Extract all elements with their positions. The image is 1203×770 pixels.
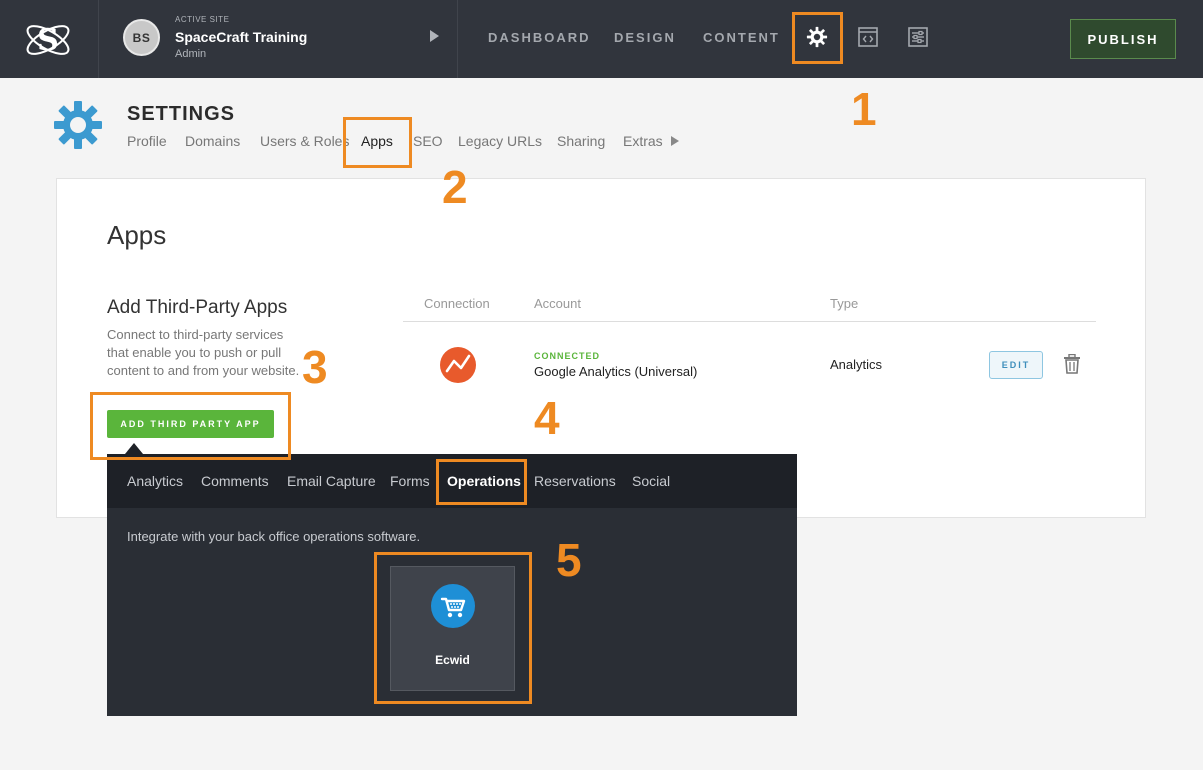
google-analytics-icon — [440, 347, 476, 383]
annotation-box-1 — [792, 12, 843, 64]
dropdown-tab-analytics[interactable]: Analytics — [127, 473, 183, 489]
connection-status: CONNECTED — [534, 351, 601, 361]
annotation-box-3 — [90, 392, 291, 460]
tab-sharing[interactable]: Sharing — [557, 133, 605, 149]
dropdown-tab-comments[interactable]: Comments — [201, 473, 269, 489]
publish-button[interactable]: PUBLISH — [1070, 19, 1176, 59]
topbar-divider — [457, 0, 458, 78]
tab-domains[interactable]: Domains — [185, 133, 240, 149]
column-header-type: Type — [830, 296, 859, 311]
code-window-icon[interactable] — [855, 24, 881, 50]
tab-users-roles[interactable]: Users & Roles — [260, 133, 349, 149]
nav-design[interactable]: DESIGN — [614, 30, 676, 45]
trash-icon[interactable] — [1063, 354, 1081, 374]
dropdown-tab-reservations[interactable]: Reservations — [534, 473, 616, 489]
extras-arrow-icon[interactable] — [671, 136, 679, 146]
site-name[interactable]: SpaceCraft Training — [175, 29, 307, 45]
table-divider — [403, 321, 1096, 322]
column-header-account: Account — [534, 296, 581, 311]
settings-gear-icon — [54, 101, 102, 149]
topbar-divider — [98, 0, 99, 78]
add-apps-description: Connect to third-party services that ena… — [107, 327, 300, 378]
squarespace-logo-icon[interactable]: S — [22, 14, 74, 66]
svg-text:S: S — [37, 23, 59, 58]
site-avatar[interactable]: BS — [123, 19, 160, 56]
active-site-label: ACTIVE SITE — [175, 15, 230, 24]
site-menu-arrow-icon[interactable] — [430, 30, 439, 42]
nav-dashboard[interactable]: DASHBOARD — [488, 30, 591, 45]
apps-title: Apps — [107, 220, 167, 250]
add-apps-title: Add Third-Party Apps — [107, 297, 288, 318]
column-header-connection: Connection — [424, 296, 490, 311]
annotation-number-1: 1 — [851, 83, 877, 135]
tab-extras[interactable]: Extras — [623, 133, 663, 149]
annotation-number-2: 2 — [442, 161, 468, 213]
annotation-number-4: 4 — [534, 392, 560, 444]
edit-button[interactable]: EDIT — [989, 351, 1043, 379]
annotation-box-2 — [343, 117, 412, 168]
annotation-number-5: 5 — [556, 534, 582, 586]
account-type: Analytics — [830, 357, 883, 372]
tab-legacy-urls[interactable]: Legacy URLs — [458, 133, 542, 149]
page-title: SETTINGS — [127, 103, 236, 125]
dropdown-tab-forms[interactable]: Forms — [390, 473, 430, 489]
site-role: Admin — [175, 48, 207, 60]
dropdown-tab-social[interactable]: Social — [632, 473, 670, 489]
top-bar: S BS ACTIVE SITE SpaceCraft Training Adm… — [0, 0, 1203, 78]
dropdown-tab-email-capture[interactable]: Email Capture — [287, 473, 376, 489]
tab-seo[interactable]: SEO — [413, 133, 443, 149]
account-name: Google Analytics (Universal) — [534, 364, 698, 379]
dropdown-description: Integrate with your back office operatio… — [127, 529, 421, 544]
annotation-box-5 — [374, 552, 532, 704]
sliders-icon[interactable] — [905, 24, 931, 50]
annotation-number-3: 3 — [302, 341, 328, 393]
tab-profile[interactable]: Profile — [127, 133, 167, 149]
annotation-box-4 — [436, 459, 527, 505]
nav-content[interactable]: CONTENT — [703, 30, 780, 45]
